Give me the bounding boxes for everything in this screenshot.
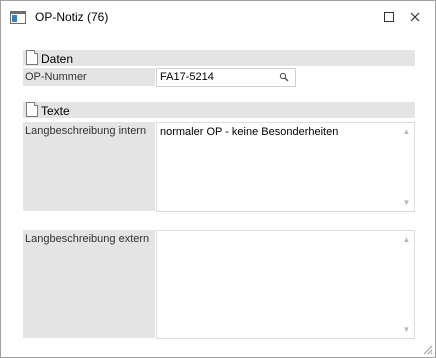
lang-extern-label: Langbeschreibung extern	[23, 230, 155, 338]
close-button[interactable]	[401, 5, 429, 29]
document-icon	[26, 50, 38, 65]
lang-extern-textarea[interactable]: ▲ ▼	[156, 230, 415, 339]
scroll-up-icon[interactable]: ▲	[402, 235, 411, 244]
resize-grip-icon[interactable]	[422, 344, 433, 355]
lang-intern-textarea[interactable]: normaler OP - keine Besonderheiten ▲ ▼	[156, 122, 415, 212]
op-nummer-field[interactable]: FA17-5214	[156, 68, 296, 87]
document-icon	[26, 102, 38, 117]
window-app-icon	[10, 11, 26, 24]
scroll-down-icon[interactable]: ▼	[402, 325, 411, 334]
dialog-window: OP-Notiz (76) Daten OP-Nummer FA17-5214 …	[0, 0, 436, 358]
section-header-daten[interactable]: Daten	[23, 50, 415, 66]
lang-intern-label: Langbeschreibung intern	[23, 122, 155, 211]
title-bar[interactable]: OP-Notiz (76)	[1, 1, 435, 33]
scroll-down-icon[interactable]: ▼	[402, 198, 411, 207]
section-header-texte[interactable]: Texte	[23, 102, 415, 118]
maximize-icon	[384, 12, 394, 22]
section-label-daten: Daten	[41, 52, 74, 66]
scroll-up-icon[interactable]: ▲	[402, 127, 411, 136]
section-label-texte: Texte	[41, 104, 70, 118]
window-title: OP-Notiz (76)	[35, 10, 109, 24]
close-icon	[410, 12, 420, 22]
magnifier-icon[interactable]	[279, 72, 289, 82]
op-nummer-label: OP-Nummer	[23, 68, 155, 86]
maximize-button[interactable]	[375, 5, 403, 29]
